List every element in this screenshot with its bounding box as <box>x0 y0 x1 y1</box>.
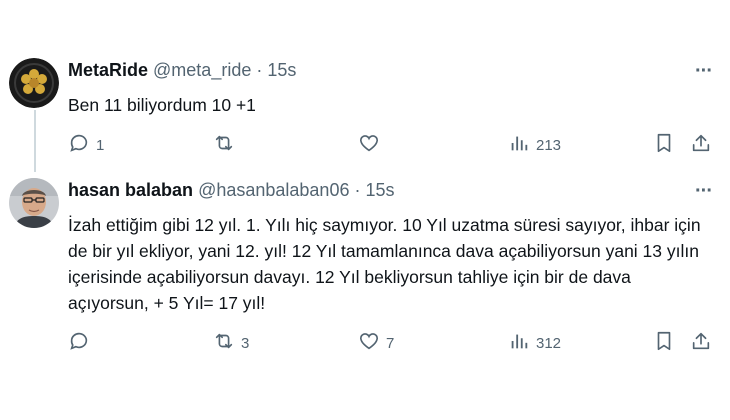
reply-count: 1 <box>96 136 105 154</box>
tweet-metaride[interactable]: MetaRide @meta_ride · 15s ··· Ben 11 bil… <box>0 52 730 164</box>
avatar[interactable] <box>9 58 59 108</box>
retweet-icon <box>213 330 235 356</box>
display-name[interactable]: MetaRide <box>68 60 148 80</box>
views-button[interactable]: 213 <box>508 132 561 158</box>
like-button[interactable] <box>358 132 386 158</box>
like-icon <box>358 330 380 356</box>
reply-icon <box>68 132 90 158</box>
tweet-text: Ben 11 biliyordum 10 +1 <box>68 95 256 115</box>
bookmark-icon <box>653 330 675 356</box>
like-button[interactable]: 7 <box>358 330 394 356</box>
tweet-header: MetaRide @meta_ride · 15s <box>68 60 296 81</box>
timestamp[interactable]: 15s <box>366 180 395 200</box>
views-count: 213 <box>536 136 562 154</box>
separator-dot: · <box>354 180 361 200</box>
views-icon <box>508 132 530 158</box>
views-button[interactable]: 312 <box>508 330 561 356</box>
reply-button[interactable]: 1 <box>68 132 104 158</box>
retweet-button[interactable]: 3 <box>213 330 249 356</box>
reply-icon <box>68 330 90 356</box>
user-handle[interactable]: @hasanbalaban06 <box>198 180 349 200</box>
more-options-icon[interactable]: ··· <box>695 60 713 83</box>
bookmark-icon <box>653 132 675 158</box>
user-handle[interactable]: @meta_ride <box>153 60 251 80</box>
tweet-hasanbalaban[interactable]: hasan balaban @hasanbalaban06 · 15s ··· … <box>0 172 730 362</box>
share-icon <box>690 132 712 158</box>
action-bar: 1 213 <box>68 132 718 158</box>
share-icon <box>690 330 712 356</box>
avatar[interactable] <box>9 178 59 228</box>
separator-dot: · <box>256 60 263 80</box>
like-count: 7 <box>386 334 395 352</box>
views-count: 312 <box>536 334 562 352</box>
bookmark-button[interactable] <box>653 330 675 356</box>
more-options-icon[interactable]: ··· <box>695 180 713 203</box>
retweet-button[interactable] <box>213 132 241 158</box>
reply-button[interactable] <box>68 330 96 356</box>
share-button[interactable] <box>690 330 712 356</box>
tweet-header: hasan balaban @hasanbalaban06 · 15s <box>68 180 395 201</box>
like-icon <box>358 132 380 158</box>
timestamp[interactable]: 15s <box>267 60 296 80</box>
views-icon <box>508 330 530 356</box>
action-bar: 3 7 312 <box>68 330 718 356</box>
share-button[interactable] <box>690 132 712 158</box>
retweet-count: 3 <box>241 334 250 352</box>
tweet-text: İzah ettiğim gibi 12 yıl. 1. Yılı hiç sa… <box>68 215 701 313</box>
retweet-icon <box>213 132 235 158</box>
bookmark-button[interactable] <box>653 132 675 158</box>
display-name[interactable]: hasan balaban <box>68 180 193 200</box>
